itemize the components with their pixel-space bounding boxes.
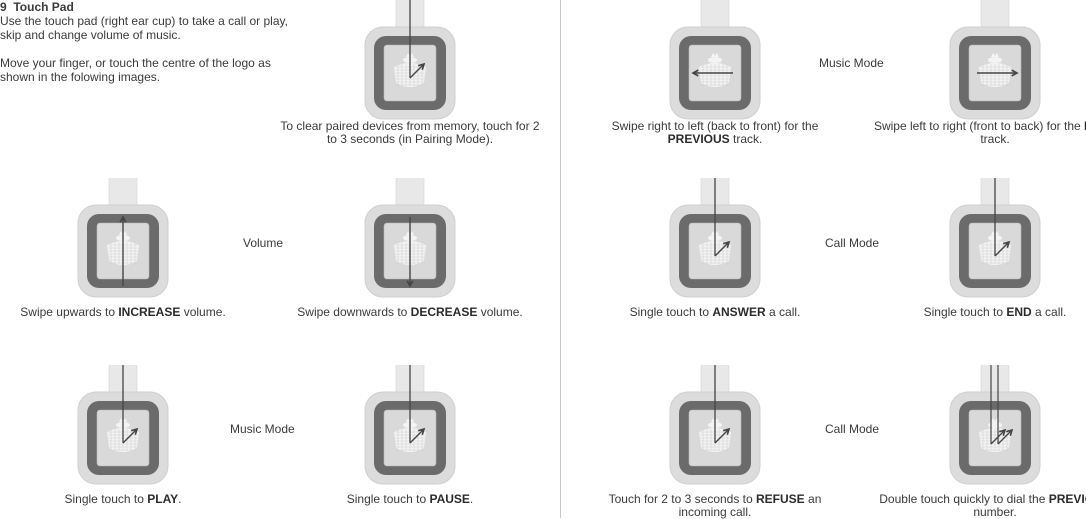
caption-emphasis: DECREASE — [410, 305, 478, 319]
mode-label-music: Music Mode — [230, 422, 295, 436]
section-intro: 9 Touch Pad Use the touch pad (right ear… — [0, 0, 290, 84]
touchpad-illustration — [364, 0, 456, 120]
gesture-caption: Swipe left to right (front to back) for … — [865, 120, 1086, 146]
caption-text: volume. — [477, 305, 523, 319]
caption-text: Single touch to — [629, 305, 713, 319]
caption-text: Double touch quickly to dial the — [879, 492, 1049, 506]
caption-emphasis: END — [1006, 305, 1032, 319]
touchpad-illustration — [364, 178, 456, 298]
column-divider — [560, 0, 561, 518]
caption-text: Touch for 2 to 3 seconds to — [608, 492, 757, 506]
gesture-caption: Single touch to ANSWER a call. — [585, 306, 845, 319]
touchpad-illustration — [949, 365, 1041, 485]
touchpad-illustration — [949, 0, 1041, 120]
caption-text: Single touch to — [346, 492, 430, 506]
touchpad-illustration — [669, 0, 761, 120]
touchpad-illustration — [77, 365, 169, 485]
caption-text: track. — [729, 132, 763, 146]
caption-text: volume. — [180, 305, 226, 319]
caption-emphasis: REFUSE — [756, 492, 805, 506]
caption-emphasis: PLAY — [147, 492, 179, 506]
caption-text: a call. — [765, 305, 801, 319]
caption-emphasis: ANSWER — [712, 305, 766, 319]
caption-emphasis: PREVIOUS — [1048, 492, 1086, 506]
gesture-caption: Double touch quickly to dial the PREVIOU… — [865, 493, 1086, 519]
mode-label-call: Call Mode — [825, 236, 880, 250]
gesture-caption: Single touch to PAUSE. — [280, 493, 540, 506]
mode-label-call: Call Mode — [825, 422, 880, 436]
caption-text: track. — [980, 132, 1010, 146]
touchpad-illustration — [669, 365, 761, 485]
gesture-caption: Single touch to PLAY. — [0, 493, 253, 506]
caption-text: Swipe upwards to — [20, 305, 119, 319]
caption-text: Swipe left to right (front to back) for … — [873, 119, 1085, 133]
caption-text: Single touch to — [64, 492, 148, 506]
caption-text: a call. — [1031, 305, 1067, 319]
touchpad-illustration — [669, 178, 761, 298]
section-number: 9 — [0, 0, 7, 14]
intro-paragraph-1: Use the touch pad (right ear cup) to tak… — [0, 14, 288, 42]
section-heading: 9 Touch Pad — [0, 0, 290, 14]
touchpad-illustration — [77, 178, 169, 298]
mode-label-volume: Volume — [243, 236, 284, 250]
section-title: Touch Pad — [13, 0, 74, 14]
caption-text: Swipe right to left (back to front) for … — [611, 119, 819, 133]
touchpad-illustration — [949, 178, 1041, 298]
caption-text: Swipe downwards to — [297, 305, 411, 319]
caption-emphasis: PREVIOUS — [667, 132, 730, 146]
caption-text: To clear paired devices from memory, tou… — [280, 119, 540, 146]
caption-emphasis: PAUSE — [429, 492, 470, 506]
gesture-caption: Touch for 2 to 3 seconds to REFUSE an in… — [585, 493, 845, 519]
gesture-caption: Swipe downwards to DECREASE volume. — [280, 306, 540, 319]
caption-text: Single touch to — [923, 305, 1007, 319]
touchpad-illustration — [364, 365, 456, 485]
mode-label-music: Music Mode — [819, 56, 884, 70]
intro-paragraph-2: Move your finger, or touch the centre of… — [0, 56, 271, 84]
caption-text: . — [469, 492, 474, 506]
gesture-caption: To clear paired devices from memory, tou… — [280, 120, 540, 146]
gesture-caption: Swipe upwards to INCREASE volume. — [0, 306, 253, 319]
gesture-caption: Swipe right to left (back to front) for … — [585, 120, 845, 146]
caption-text: number. — [973, 505, 1017, 519]
gesture-caption: Single touch to END a call. — [865, 306, 1086, 319]
caption-emphasis: INCREASE — [118, 305, 181, 319]
caption-text: . — [178, 492, 182, 506]
